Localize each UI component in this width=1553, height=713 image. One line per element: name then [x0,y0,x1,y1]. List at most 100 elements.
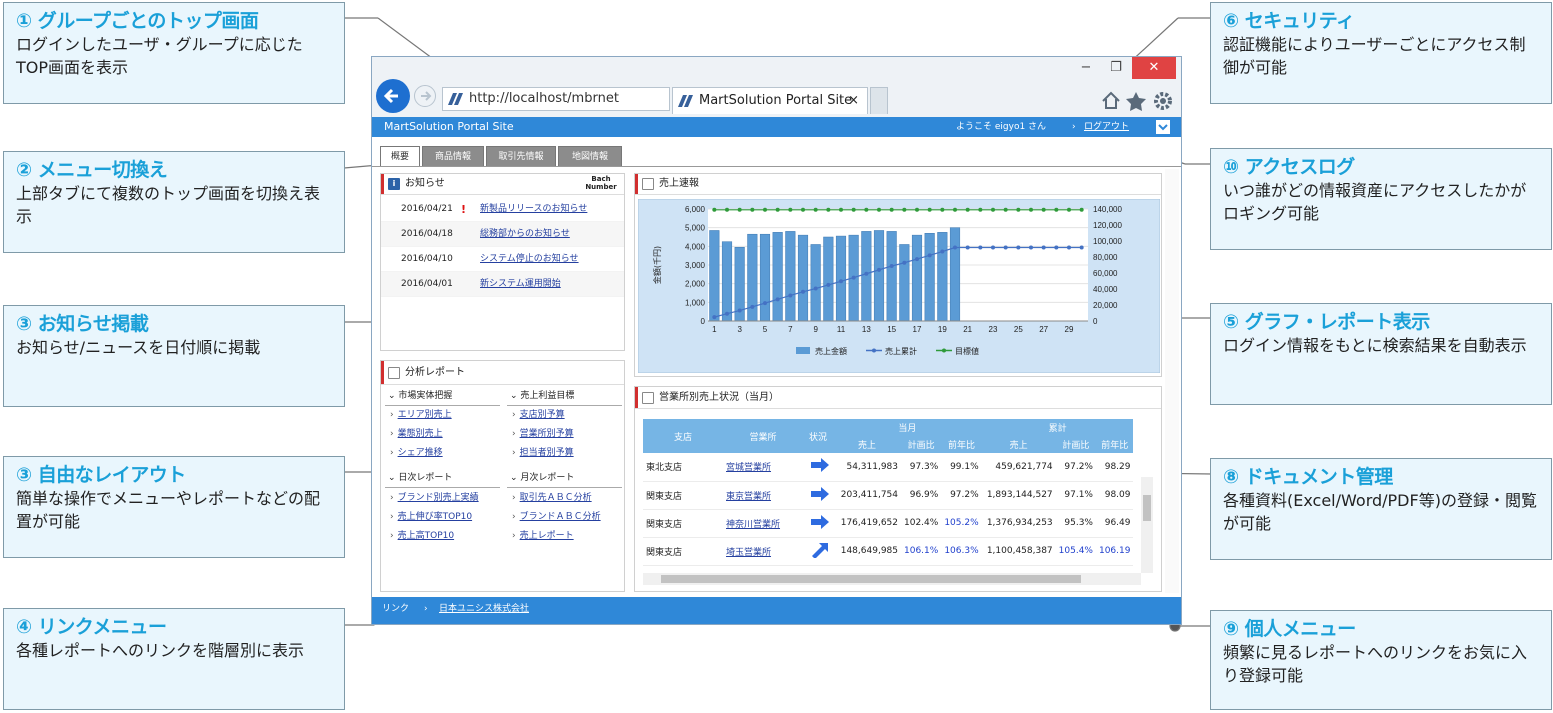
callout-body: ログイン情報をもとに検索結果を自動表示 [1223,336,1527,355]
browser-window: − ❐ ✕ http://localhost/mbrnet MartSoluti… [371,56,1182,625]
bar [835,235,847,322]
report-link[interactable]: 売上高TOP10 [385,527,454,545]
cumulative-point [813,286,818,291]
cell-cum-yoy: 98.09 [1095,481,1134,510]
portal-tabs: 概要 商品情報 取引先情報 地図情報 [372,137,1181,168]
logout-link[interactable]: ログアウト [1084,117,1129,137]
table-horizontal-scrollbar[interactable] [643,573,1141,585]
callout-menu-switch: ② メニュー切換え 上部タブにて複数のトップ画面を切換え表示 [3,151,345,253]
settings-gear-icon[interactable] [1154,92,1172,110]
report-link[interactable]: 取引先ＡＢＣ分析 [507,489,592,507]
cell-office[interactable]: 神奈川営業所 [723,509,803,538]
bar [772,232,783,322]
callout-body: ログインしたユーザ・グループに応じたTOP画面を表示 [16,35,303,77]
x-tick-label: 11 [837,325,846,334]
callout-title: ④ リンクメニュー [16,616,167,638]
cumulative-point [712,315,717,320]
target-point [750,207,755,212]
cell-office[interactable]: 宮城営業所 [723,453,803,482]
cumulative-point [1003,245,1008,250]
cell-branch: 関東支店 [643,537,723,566]
table-row: 東北支店 宮城営業所 54,311,983 97.3% 99.1% 459,62… [643,453,1134,482]
target-point [1029,207,1033,212]
close-button[interactable]: ✕ [1132,57,1176,79]
tab-overview[interactable]: 概要 [380,146,420,168]
bar [721,241,733,322]
status-arrow-right-icon [811,514,829,529]
scroll-thumb[interactable] [1143,495,1151,521]
home-icon[interactable] [1102,91,1120,109]
new-tab-button[interactable] [870,87,888,114]
y-axis-label: 金額(千円) [652,246,662,284]
notice-link[interactable]: システム停止のお知らせ [480,247,579,272]
table-icon [642,392,654,404]
callout-body: お知らせ/ニュースを日付順に掲載 [16,338,261,357]
callout-title: ① グループごとのトップ画面 [16,10,259,32]
callout-title: ⑤ グラフ・レポート表示 [1223,311,1430,333]
callout-title: ⑩ アクセスログ [1223,156,1355,178]
personal-menu-toggle[interactable] [1156,120,1170,134]
cumulative-point [1029,245,1033,250]
tab-close-icon[interactable]: × [848,88,859,114]
report-link[interactable]: 支店別予算 [507,406,565,424]
report-link[interactable]: 売上レポート [507,527,574,545]
cell-sales: 203,411,754 [833,481,901,510]
target-point [801,207,805,212]
callout-body: 認証機能によりユーザーごとにアクセス制御が可能 [1223,35,1526,77]
cumulative-point [1041,245,1046,250]
list-item: 2016/04/18 総務部からのお知らせ [381,222,624,247]
x-tick-label: 7 [788,325,793,334]
report-link[interactable]: エリア別売上 [385,406,452,424]
report-section-title: ⌄ 月次レポート [507,469,622,488]
cell-branch: 関東支店 [643,481,723,510]
back-button[interactable] [376,79,410,113]
report-link[interactable]: 売上伸び率TOP10 [385,508,472,526]
cell-yoy: 105.2% [941,509,982,538]
callout-title: ② メニュー切換え [16,159,168,181]
report-link[interactable]: ブランド別売上実績 [385,489,479,507]
col-yoy: 前年比 [941,436,982,453]
notice-date: 2016/04/01 [401,279,453,289]
cell-cum-yoy: 98.29 [1095,453,1134,482]
target-point [1016,207,1021,212]
page-vertical-scrollbar[interactable] [1165,169,1179,593]
table-vertical-scrollbar[interactable] [1141,477,1153,573]
cell-office[interactable]: 東京営業所 [723,481,803,510]
list-item: 2016/04/21 ! 新製品リリースのお知らせ [381,197,624,222]
report-link[interactable]: 業態別売上 [385,425,443,443]
tab-clients[interactable]: 取引先情報 [486,146,556,167]
table-row: 関東支店 神奈川営業所 176,419,652 102.4% 105.2% 1,… [643,509,1134,538]
report-link[interactable]: ブランドＡＢＣ分析 [507,508,601,526]
target-point [902,207,907,212]
report-link[interactable]: 営業所別予算 [507,425,574,443]
target-point [978,207,983,212]
x-tick-label: 17 [913,325,922,334]
report-link[interactable]: 担当者別予算 [507,444,574,462]
favorites-star-icon[interactable] [1126,92,1146,111]
legend-label: 売上金額 [815,346,847,356]
tab-products[interactable]: 商品情報 [422,146,484,167]
callout-notices: ③ お知らせ掲載 お知らせ/ニュースを日付順に掲載 [3,305,345,407]
forward-button[interactable] [414,85,436,107]
cell-yoy: 97.2% [941,481,982,510]
restore-button[interactable]: ❐ [1102,57,1130,79]
cell-office[interactable]: 埼玉営業所 [723,537,803,566]
y-tick-label: 6,000 [685,205,706,214]
scroll-thumb[interactable] [661,575,1081,583]
list-item: 2016/04/10 システム停止のお知らせ [381,247,624,272]
tab-map[interactable]: 地図情報 [558,146,622,167]
report-link[interactable]: シェア推移 [385,444,443,462]
footer-link[interactable]: 日本ユニシス株式会社 [439,597,529,621]
notice-link[interactable]: 新システム運用開始 [480,272,561,297]
target-point [889,207,894,212]
browser-tab[interactable]: MartSolution Portal Site × [672,87,868,114]
y-tick-label: 5,000 [685,224,706,233]
notice-link[interactable]: 総務部からのお知らせ [480,222,570,247]
col-branch: 支店 [643,419,723,453]
cell-sales: 176,419,652 [833,509,901,538]
minimize-button[interactable]: − [1072,57,1100,79]
address-bar[interactable]: http://localhost/mbrnet [442,87,670,111]
notice-link[interactable]: 新製品リリースのお知らせ [480,197,587,222]
target-point [1054,207,1059,212]
y2-tick-label: 100,000 [1093,237,1122,246]
